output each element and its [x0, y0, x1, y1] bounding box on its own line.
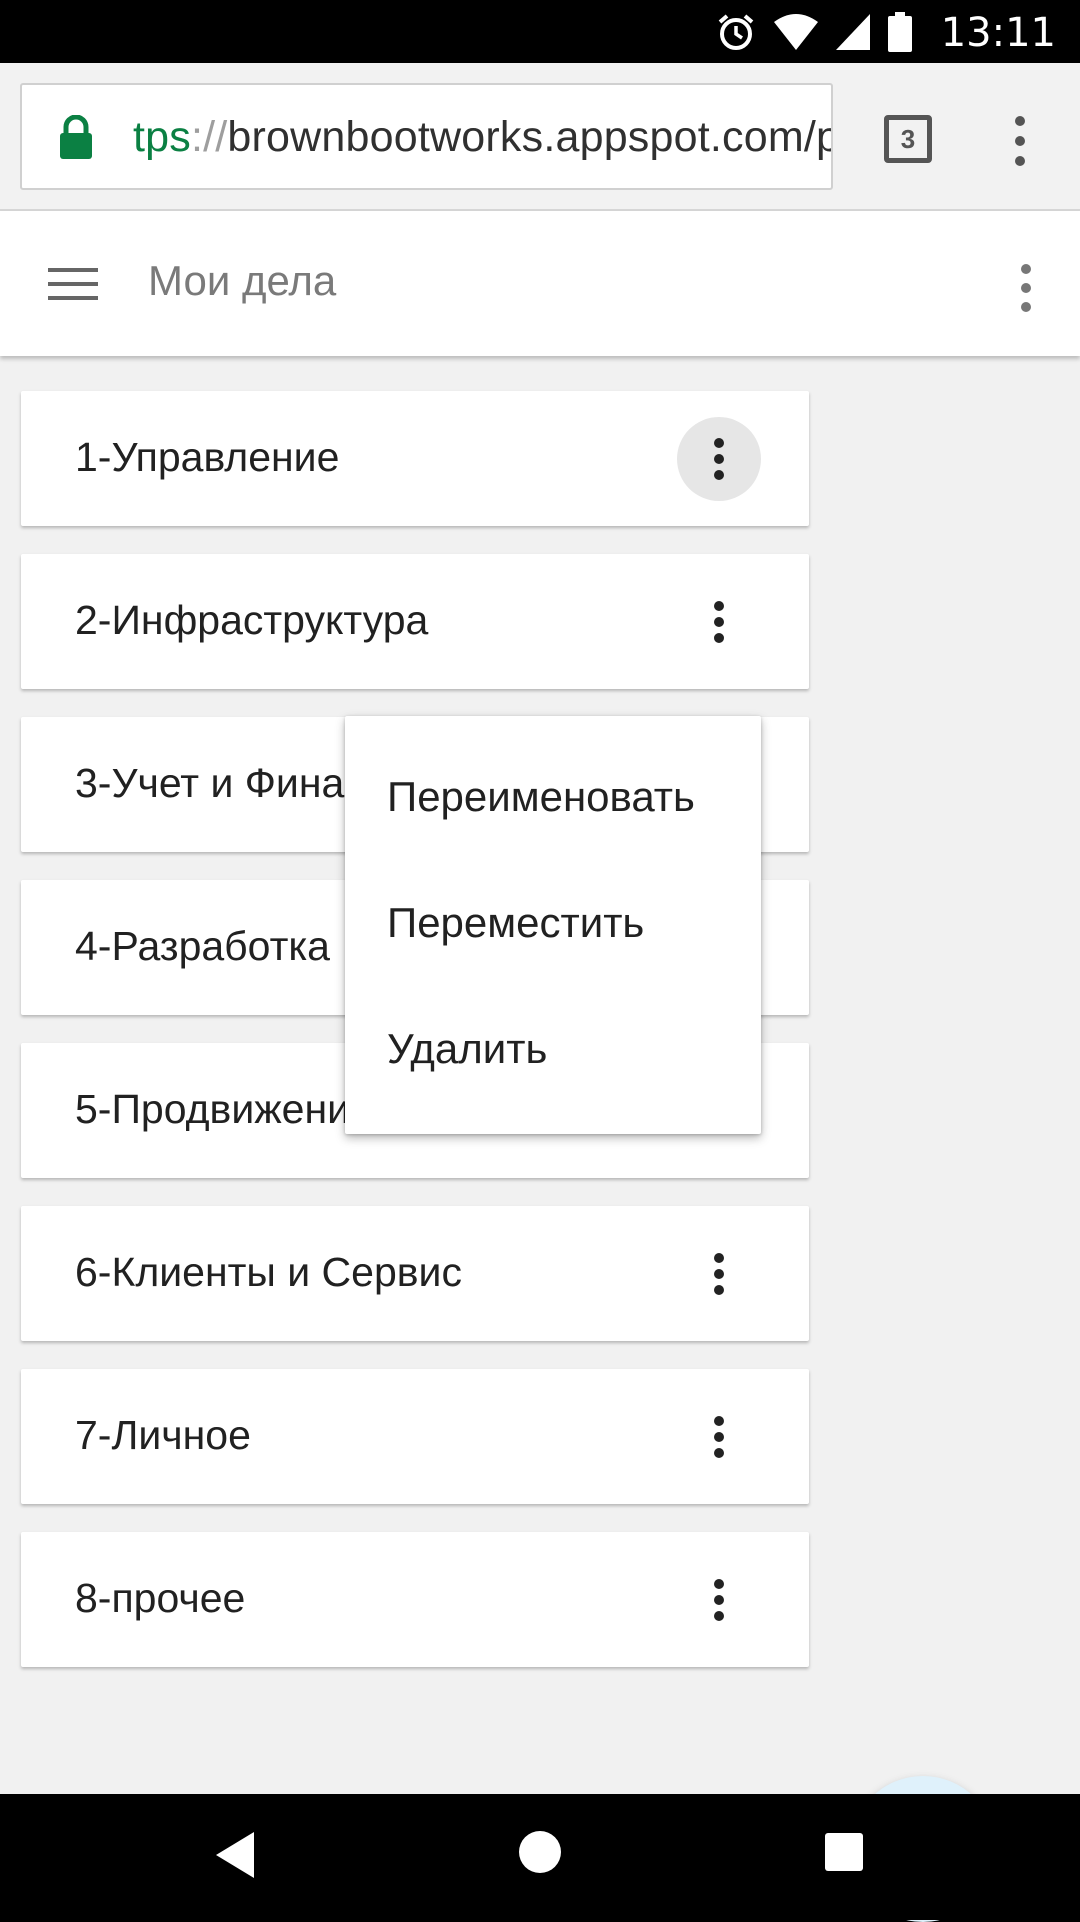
menu-item-move[interactable]: Переместить	[345, 860, 761, 986]
list-item-label: 1-Управление	[75, 434, 340, 480]
app-content: Мои дела 1-Управление 2-Инфраструктура 3-У…	[0, 211, 1080, 1922]
browser-more-icon[interactable]	[1000, 111, 1040, 171]
system-nav-bar	[0, 1794, 1080, 1920]
item-more-icon[interactable]	[677, 417, 761, 501]
list-item[interactable]: 8-прочее	[21, 1532, 809, 1667]
browser-toolbar: tps://brownbootworks.appspot.com/p 3	[0, 63, 1080, 211]
status-time: 13:11	[940, 10, 1056, 56]
battery-icon	[888, 12, 912, 52]
list-item-label: 6-Клиенты и Сервис	[75, 1249, 462, 1295]
app-bar: Мои дела	[0, 211, 1080, 356]
item-more-icon[interactable]	[677, 1395, 761, 1479]
list-item-label: 2-Инфраструктура	[75, 597, 429, 643]
page-title: Мои дела	[148, 257, 337, 304]
status-icons	[716, 12, 912, 52]
lock-icon	[60, 115, 92, 159]
wifi-icon	[774, 14, 818, 50]
list-item[interactable]: 7-Личное	[21, 1369, 809, 1504]
url-host: brownbootworks.appspot.com/p	[227, 113, 833, 161]
back-icon[interactable]	[214, 1830, 258, 1880]
item-more-icon[interactable]	[677, 1232, 761, 1316]
menu-item-delete[interactable]: Удалить	[345, 986, 761, 1112]
list-item-label: 8-прочее	[75, 1575, 246, 1621]
list-item[interactable]: 6-Клиенты и Сервис	[21, 1206, 809, 1341]
signal-icon	[836, 14, 870, 50]
status-bar: 13:11	[0, 0, 1080, 63]
tab-switcher-button[interactable]: 3	[884, 115, 932, 163]
menu-item-rename[interactable]: Переименовать	[345, 734, 761, 860]
alarm-icon	[718, 14, 754, 50]
context-menu: Переименовать Переместить Удалить	[345, 716, 761, 1134]
url-scheme: tps	[133, 113, 191, 161]
item-more-icon[interactable]	[677, 1558, 761, 1642]
url-text[interactable]: tps://brownbootworks.appspot.com/p	[133, 113, 833, 162]
home-icon[interactable]	[518, 1830, 562, 1874]
menu-icon[interactable]	[48, 266, 98, 302]
list-item[interactable]: 1-Управление	[21, 391, 809, 526]
item-more-icon[interactable]	[677, 580, 761, 664]
url-separator: ://	[190, 113, 228, 161]
list-item-label: 7-Личное	[75, 1412, 251, 1458]
url-bar[interactable]: tps://brownbootworks.appspot.com/p	[20, 83, 833, 190]
app-more-icon[interactable]	[1006, 261, 1046, 315]
list-item-label: 5-Продвижение	[75, 1086, 373, 1132]
recents-icon[interactable]	[824, 1832, 864, 1872]
list-item-label: 4-Разработка	[75, 923, 330, 969]
list-item[interactable]: 2-Инфраструктура	[21, 554, 809, 689]
